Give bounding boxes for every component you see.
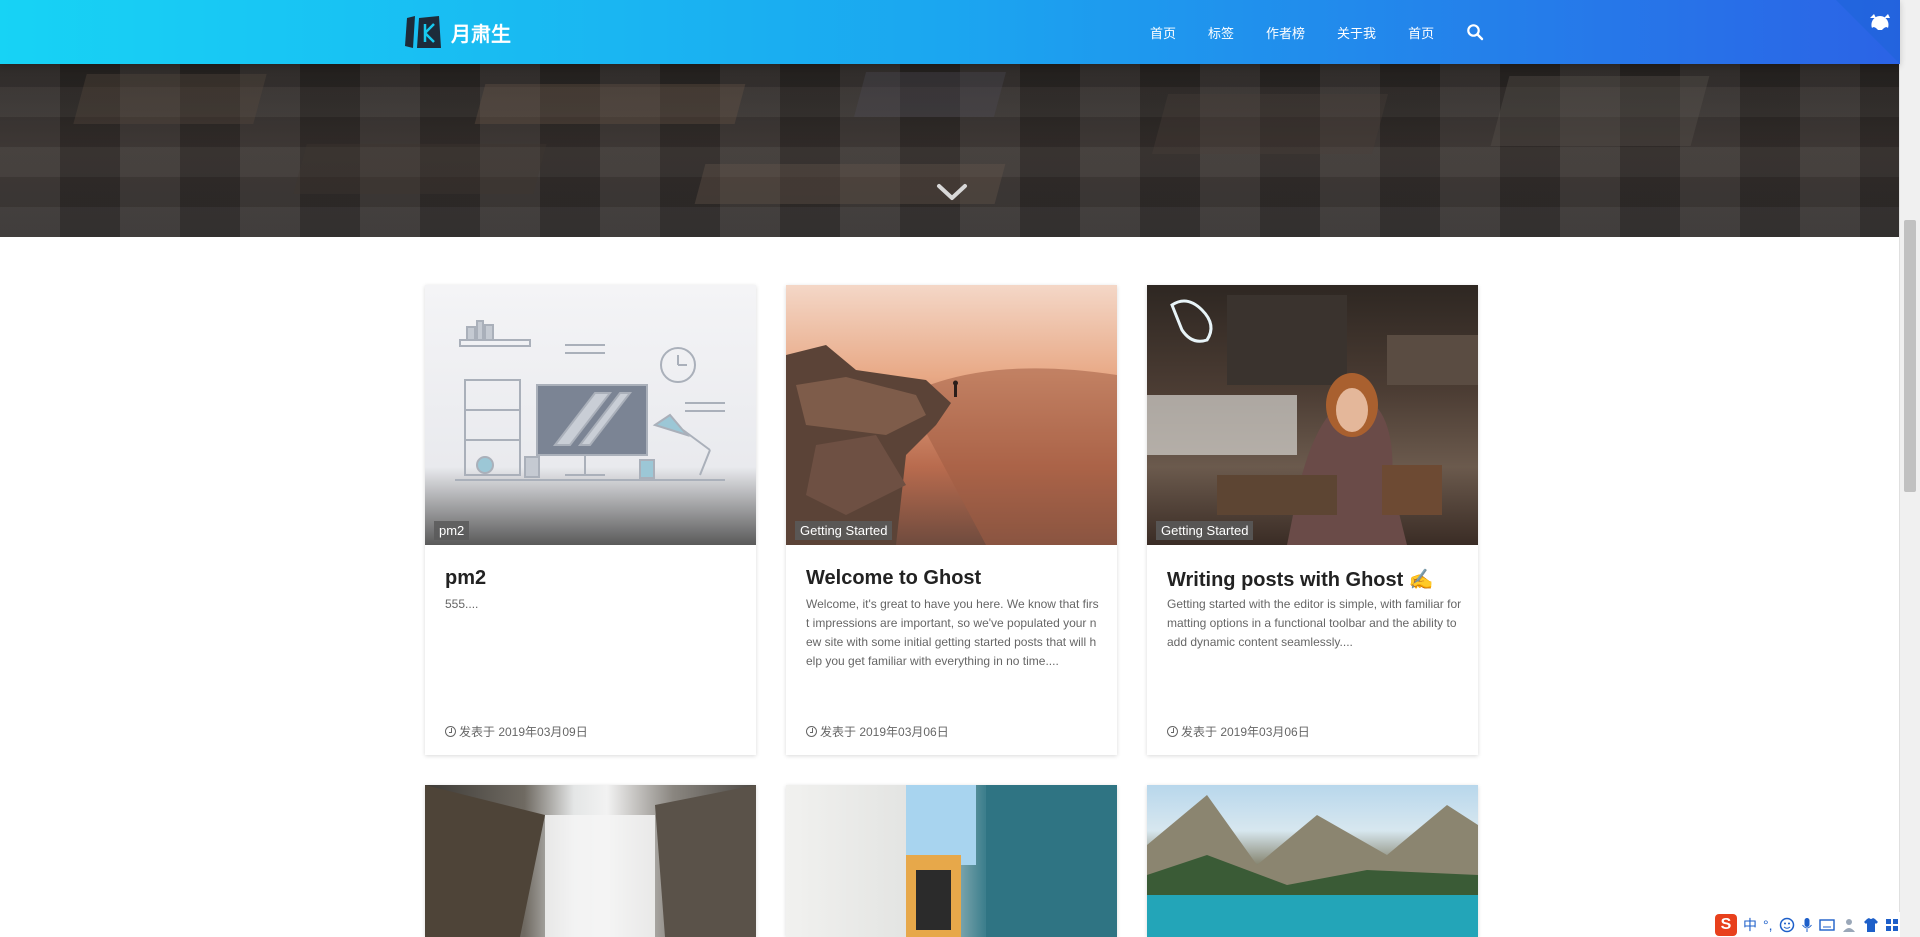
nav-authors[interactable]: 作者榜 — [1266, 23, 1305, 42]
post-title[interactable]: Welcome to Ghost — [806, 567, 981, 590]
post-date-text: 发表于 2019年03月09日 — [459, 725, 588, 739]
post-cover-image[interactable] — [1147, 785, 1478, 937]
post-card[interactable]: Getting Started Welcome to Ghost Welcome… — [786, 285, 1117, 755]
ime-toolbar: S 中 °, — [1711, 912, 1900, 937]
hero-texture — [73, 74, 267, 124]
hero-texture — [293, 144, 547, 194]
post-date-text: 发表于 2019年03月06日 — [820, 725, 949, 739]
post-date-text: 发表于 2019年03月06日 — [1181, 725, 1310, 739]
post-title[interactable]: pm2 — [445, 567, 486, 590]
hero-texture — [853, 72, 1007, 117]
waterfall-photo-icon — [425, 785, 756, 937]
clock-icon — [445, 726, 456, 737]
post-date: 发表于 2019年03月06日 — [1167, 723, 1310, 740]
post-excerpt: Getting started with the editor is simpl… — [1167, 597, 1462, 649]
post-title[interactable]: Writing posts with Ghost ✍️ — [1167, 567, 1434, 592]
logo-text: 月肃生 — [451, 23, 511, 46]
post-card[interactable] — [425, 785, 756, 937]
post-date: 发表于 2019年03月06日 — [806, 723, 949, 740]
microphone-icon[interactable] — [1801, 917, 1813, 933]
post-tag[interactable]: Getting Started — [795, 521, 893, 540]
clock-icon — [1167, 726, 1178, 737]
desk-illustration-icon — [455, 320, 725, 481]
post-excerpt: 555.... — [445, 597, 479, 611]
post-excerpt: Welcome, it's great to have you here. We… — [806, 597, 1099, 668]
post-card[interactable]: Getting Started Writing posts with Ghost… — [1147, 285, 1478, 755]
sogou-ime-icon[interactable]: S — [1715, 913, 1737, 936]
post-card[interactable]: pm2 pm2 555.... 发表于 2019年03月09日 — [425, 285, 756, 755]
post-cover-image[interactable]: pm2 — [425, 285, 756, 545]
ime-punctuation-toggle[interactable]: °, — [1763, 917, 1773, 933]
cliff-photo-icon — [786, 345, 1117, 545]
skin-shirt-icon[interactable] — [1863, 917, 1879, 933]
post-card[interactable] — [786, 785, 1117, 937]
toolbox-grid-icon[interactable] — [1885, 918, 1899, 932]
emoji-icon[interactable] — [1779, 917, 1795, 933]
nav-tags[interactable]: 标签 — [1208, 23, 1234, 42]
hero-texture — [1151, 94, 1389, 154]
post-cover-image[interactable]: Getting Started — [786, 285, 1117, 545]
post-date: 发表于 2019年03月09日 — [445, 723, 588, 740]
cafe-photo-icon — [1147, 295, 1478, 545]
clock-icon — [806, 726, 817, 737]
logo-mark-icon — [405, 16, 441, 48]
chevron-down-icon[interactable] — [936, 183, 968, 203]
hero-banner — [0, 64, 1900, 237]
post-card[interactable] — [1147, 785, 1478, 937]
post-cover-image[interactable] — [786, 785, 1117, 937]
page-scrollbar[interactable] — [1899, 0, 1920, 937]
keyboard-icon[interactable] — [1818, 918, 1835, 932]
nav-home-2[interactable]: 首页 — [1408, 23, 1434, 42]
lake-mountain-photo-icon — [1147, 795, 1478, 937]
scrollbar-thumb[interactable] — [1904, 220, 1916, 492]
post-cover-image[interactable] — [425, 785, 756, 937]
site-header: 月肃生 首页 标签 作者榜 关于我 首页 — [0, 0, 1900, 64]
street-photo-icon — [906, 785, 1117, 937]
post-tag[interactable]: pm2 — [434, 521, 470, 540]
post-tag[interactable]: Getting Started — [1156, 521, 1254, 540]
nav-about[interactable]: 关于我 — [1337, 23, 1376, 42]
user-avatar-icon[interactable] — [1841, 917, 1857, 933]
nav-home[interactable]: 首页 — [1150, 23, 1176, 42]
main-nav: 首页 标签 作者榜 关于我 首页 — [1150, 0, 1484, 64]
ime-language-toggle[interactable]: 中 — [1743, 915, 1757, 935]
github-octocat-icon[interactable] — [1866, 8, 1894, 36]
hero-texture — [1490, 76, 1710, 146]
post-cover-image[interactable]: Getting Started — [1147, 285, 1478, 545]
hero-texture — [474, 84, 746, 124]
site-logo[interactable]: 月肃生 — [403, 14, 511, 50]
search-icon[interactable] — [1466, 23, 1484, 41]
